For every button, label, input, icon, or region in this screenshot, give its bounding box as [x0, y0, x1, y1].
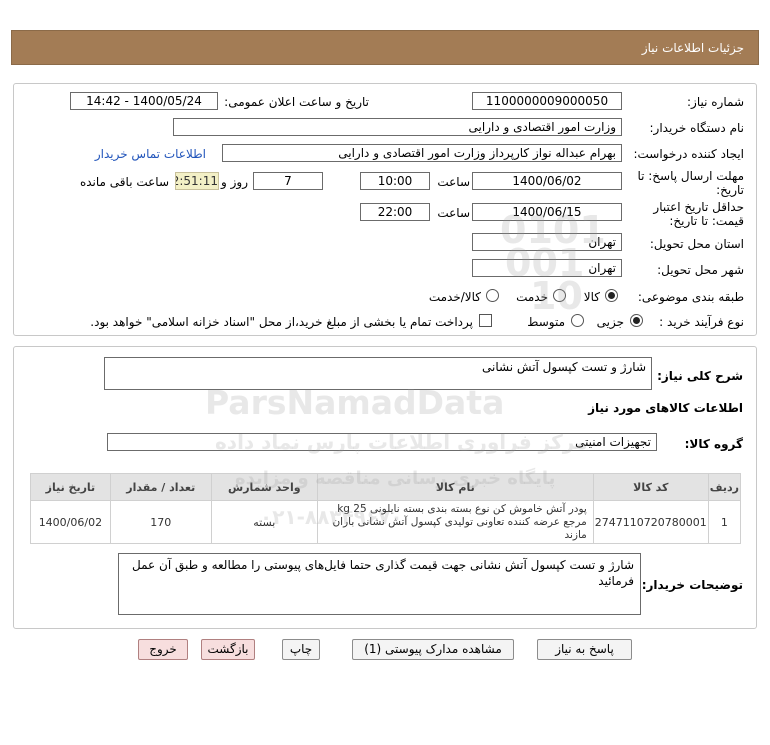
reply-deadline-label-2: تاریخ:: [716, 183, 744, 197]
category-goods-radio[interactable]: [605, 289, 618, 302]
process-label: نوع فرآیند خرید :: [659, 315, 744, 329]
col-need-date: تاریخ نیاز: [30, 473, 111, 501]
validity-label: حداقل تاریخ اعتبار: [653, 200, 744, 214]
category-label: طبقه بندی موضوعی:: [637, 290, 744, 304]
view-attachments-button[interactable]: مشاهده مدارک پیوستی (1): [352, 639, 514, 660]
row-quantity: 170: [109, 500, 212, 544]
exit-button[interactable]: خروج: [138, 639, 188, 660]
announce-field: 1400/05/24 - 14:42: [70, 92, 218, 110]
page-header: جزئیات اطلاعات نیاز: [11, 30, 759, 65]
goods-table: ردیف کد کالا نام کالا واحد شمارش تعداد /…: [30, 473, 742, 544]
category-service-radio[interactable]: [553, 289, 566, 302]
process-medium-radio[interactable]: [571, 314, 584, 327]
goods-group-label: گروه کالا:: [684, 437, 743, 451]
reply-deadline-label: مهلت ارسال پاسخ: تا: [637, 169, 744, 183]
need-number-label: شماره نیاز:: [687, 95, 744, 109]
process-minor-radio[interactable]: [630, 314, 643, 327]
validity-date-field: 1400/06/15: [472, 203, 622, 221]
days-label: روز و: [221, 175, 248, 189]
goods-group-field: تجهیزات امنیتی: [107, 433, 657, 451]
back-button[interactable]: بازگشت: [201, 639, 255, 660]
row-code: 2747110720780001: [592, 500, 709, 544]
process-minor-label: جزیی: [596, 315, 624, 329]
col-quantity: تعداد / مقدار: [109, 473, 212, 501]
row-unit: بسته: [210, 500, 318, 544]
buyer-contact-link[interactable]: اطلاعات تماس خریدار: [95, 147, 206, 161]
treasury-payment-checkbox[interactable]: [479, 314, 492, 327]
announce-label: تاریخ و ساعت اعلان عمومی:: [224, 95, 369, 109]
page-title: جزئیات اطلاعات نیاز: [641, 41, 744, 55]
validity-time-label: ساعت: [437, 206, 470, 220]
print-button[interactable]: چاپ: [282, 639, 320, 660]
reply-date-field: 1400/06/02: [472, 172, 622, 190]
category-goods-service-label: کالا/خدمت: [428, 290, 481, 304]
summary-label: شرح کلی نیاز:: [657, 369, 743, 383]
row-index: 1: [707, 500, 742, 544]
col-name: نام کالا: [316, 473, 594, 501]
table-row: 1 2747110720780001 پودر آتش خاموش کن نوع…: [30, 500, 742, 544]
reply-time-field: 10:00: [360, 172, 430, 190]
validity-label-2: قیمت: تا تاریخ:: [669, 214, 744, 228]
city-label: شهر محل تحویل:: [657, 263, 744, 277]
category-service-label: خدمت: [516, 290, 548, 304]
process-medium-label: متوسط: [527, 315, 565, 329]
buyer-notes-label: توضیحات خریدار:: [641, 578, 743, 592]
reply-to-need-button[interactable]: پاسخ به نیاز: [537, 639, 632, 660]
days-count-field: 7: [253, 172, 323, 190]
validity-time-field: 22:00: [360, 203, 430, 221]
remaining-label: ساعت باقی مانده: [79, 175, 169, 189]
province-field: تهران: [472, 233, 622, 251]
summary-field: شارژ و تست کپسول آتش نشانی: [104, 357, 652, 390]
city-field: تهران: [472, 259, 622, 277]
requester-field: بهرام عبداله نواز کارپرداز وزارت امور اق…: [222, 144, 622, 162]
col-code: کد کالا: [592, 473, 709, 501]
need-number-field: 1100000009000050: [472, 92, 622, 110]
province-label: استان محل تحویل:: [649, 237, 744, 251]
buyer-org-field: وزارت امور اقتصادی و دارایی: [173, 118, 622, 136]
category-goods-label: کالا: [583, 290, 600, 304]
treasury-payment-note: پرداخت تمام یا بخشی از مبلغ خرید،از محل …: [90, 315, 473, 329]
col-row: ردیف: [707, 473, 742, 501]
goods-table-header: ردیف کد کالا نام کالا واحد شمارش تعداد /…: [30, 473, 742, 501]
requester-label: ایجاد کننده درخواست:: [633, 147, 744, 161]
col-unit: واحد شمارش: [210, 473, 318, 501]
remaining-time-field: 22:51:11: [175, 172, 219, 190]
reply-time-label: ساعت: [437, 175, 470, 189]
goods-info-title: اطلاعات کالاهای مورد نیاز: [588, 401, 743, 415]
buyer-org-label: نام دستگاه خریدار:: [649, 121, 745, 135]
category-goods-service-radio[interactable]: [486, 289, 499, 302]
row-name: پودر آتش خاموش کن نوع بسته بندی بسته نای…: [316, 500, 594, 544]
row-need-date: 1400/06/02: [30, 500, 111, 544]
buyer-notes-field: شارژ و تست کپسول آتش نشانی جهت قیمت گذار…: [118, 553, 641, 615]
